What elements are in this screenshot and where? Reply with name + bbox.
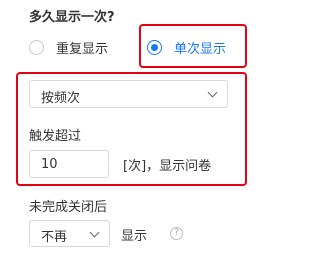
frequency-section-title: 多久显示一次?: [29, 10, 115, 25]
radio-repeat-label: 重复显示: [56, 41, 109, 57]
trigger-count-input[interactable]: [29, 150, 109, 178]
trigger-mode-value: 按频次: [41, 91, 81, 106]
radio-repeat-display[interactable]: 重复显示: [29, 36, 108, 58]
question-circle-icon[interactable]: ?: [170, 227, 183, 240]
chevron-down-icon: [207, 87, 218, 98]
close-behavior-select[interactable]: 不再: [29, 220, 110, 247]
highlight-box-once-option: [139, 24, 247, 68]
trigger-count-suffix: [次]，显示问卷: [123, 159, 212, 174]
chevron-down-icon: [89, 227, 100, 238]
trigger-mode-select[interactable]: 按频次: [29, 80, 228, 108]
close-behavior-action-label: 显示: [121, 229, 148, 244]
radio-circle-unchecked[interactable]: [29, 39, 44, 55]
close-behavior-value: 不再: [41, 230, 68, 245]
close-behavior-label: 未完成关闭后: [29, 200, 108, 215]
trigger-threshold-label: 触发超过: [29, 129, 82, 144]
